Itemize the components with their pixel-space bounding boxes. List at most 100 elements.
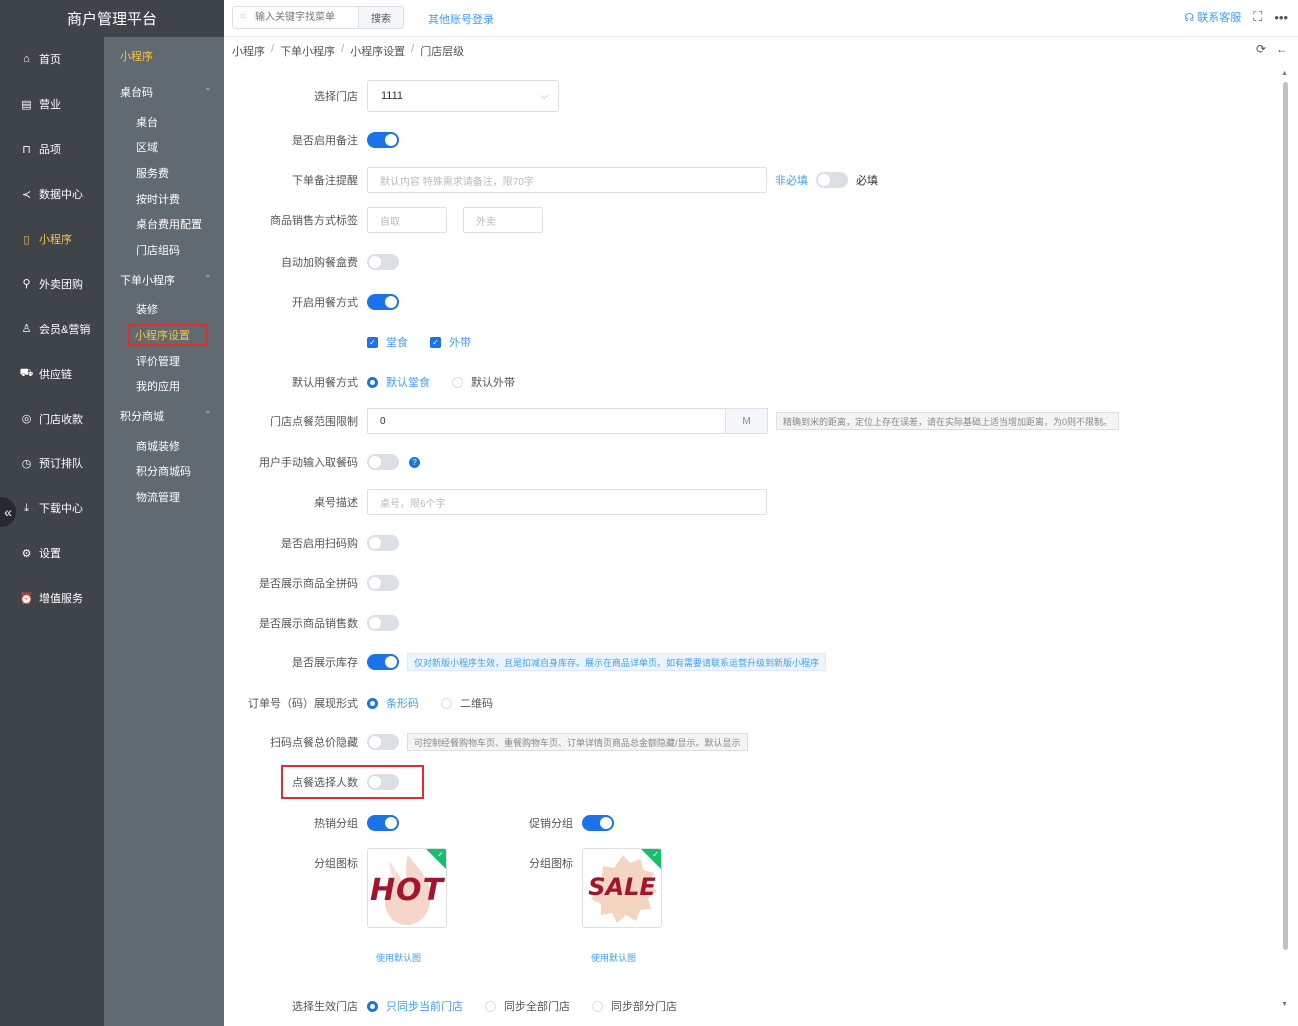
default-dine-in-radio[interactable]: 默认堂食 bbox=[367, 374, 430, 390]
nav-item[interactable]: ▤ 营业 bbox=[0, 82, 104, 127]
form-row-sales-tag: 商品销售方式标签 自取 外卖 bbox=[224, 207, 543, 233]
nav-item[interactable]: ⚲ 外卖团购 bbox=[0, 261, 104, 306]
delivery-tag-input[interactable]: 外卖 bbox=[463, 207, 543, 233]
menu-search: ○ 搜索 bbox=[232, 6, 404, 29]
fullscreen-icon[interactable]: ⛶ bbox=[1253, 9, 1262, 25]
sale-use-default-link[interactable]: 使用默认图 bbox=[591, 951, 636, 964]
form-row-choose-people: 点餐选择人数 bbox=[224, 774, 399, 790]
back-arrow-icon[interactable]: ← bbox=[1276, 42, 1288, 56]
nav-item[interactable]: ⚙ 设置 bbox=[0, 531, 104, 576]
submenu-item[interactable]: 我的应用 bbox=[104, 373, 224, 399]
nav-item[interactable]: ⊓ 品项 bbox=[0, 127, 104, 172]
nav-item[interactable]: ◎ 门店收款 bbox=[0, 396, 104, 441]
refresh-icon[interactable]: ⟳ bbox=[1256, 42, 1266, 56]
pickup-tag-input[interactable]: 自取 bbox=[367, 207, 447, 233]
menu-group-label: 桌台码 bbox=[120, 87, 153, 99]
nav-item-label: 品项 bbox=[39, 144, 61, 157]
primary-nav: ⌂ 首页 ▤ 营业 ⊓ 品项 ≺ 数据中心 ▯ 小程序 ⚲ 外卖团购 ♙ 会员&营销 ⛟ 供应链 ◎ 门店收款 ◷ 预… bbox=[0, 37, 104, 621]
remark-enable-switch[interactable] bbox=[367, 132, 399, 148]
sync-all-label: 同步全部门店 bbox=[504, 1001, 570, 1013]
breadcrumb-item[interactable]: 小程序设置 bbox=[350, 43, 405, 59]
hide-total-switch[interactable] bbox=[367, 734, 399, 750]
menu-search-input[interactable] bbox=[232, 6, 358, 29]
dine-in-checkbox[interactable]: ✓ 堂食 bbox=[367, 334, 408, 350]
nav-item[interactable]: ▯ 小程序 bbox=[0, 217, 104, 262]
remark-required-switch[interactable] bbox=[816, 172, 848, 188]
submenu-item[interactable]: 按时计费 bbox=[104, 186, 224, 212]
manual-code-switch[interactable] bbox=[367, 454, 399, 470]
other-account-login-link[interactable]: 其他账号登录 bbox=[428, 11, 494, 27]
submenu-item[interactable]: 积分商城码 bbox=[104, 459, 224, 485]
takeout-checkbox[interactable]: ✓ 外带 bbox=[430, 334, 471, 350]
hot-group-image[interactable]: HOT ✓ bbox=[367, 848, 447, 928]
menu-group[interactable]: 下单小程序 ⌃ bbox=[104, 263, 224, 297]
form-row-sale-icon: 分组图标 SALE ✓ bbox=[439, 848, 662, 928]
barcode-radio[interactable]: 条形码 bbox=[367, 695, 419, 711]
submenu-item-label: 区域 bbox=[136, 142, 158, 155]
dining-mode-switch[interactable] bbox=[367, 294, 399, 310]
auto-box-switch[interactable] bbox=[367, 254, 399, 270]
promo-group-switch[interactable] bbox=[582, 815, 614, 831]
nav-item-label: 会员&营销 bbox=[39, 323, 91, 336]
nav-item[interactable]: ⛟ 供应链 bbox=[0, 351, 104, 396]
form-row-auto-box: 自动加购餐盒费 bbox=[224, 254, 399, 270]
submenu-item[interactable]: 门店组码 bbox=[104, 237, 224, 263]
scrollbar-thumb[interactable] bbox=[1283, 82, 1288, 950]
nav-item[interactable]: ⌂ 首页 bbox=[0, 37, 104, 82]
choose-people-switch[interactable] bbox=[367, 774, 399, 790]
nav-item[interactable]: ◷ 预订排队 bbox=[0, 441, 104, 486]
nav-item[interactable]: ♙ 会员&营销 bbox=[0, 306, 104, 351]
table-desc-label: 桌号描述 bbox=[314, 497, 358, 509]
hot-group-switch[interactable] bbox=[367, 815, 399, 831]
sync-all-radio[interactable]: 同步全部门店 bbox=[485, 998, 570, 1014]
submenu-item[interactable]: 区域 bbox=[104, 135, 224, 161]
show-pinyin-label: 是否展示商品全拼码 bbox=[259, 578, 358, 590]
dining-mode-label: 开启用餐方式 bbox=[292, 297, 358, 309]
secondary-nav: 桌台码 ⌃ 桌台区域服务费 按时计费 桌台费用配置 门店组码 下单小程序 ⌃ 装修 小程序设置 评价… bbox=[104, 75, 224, 510]
submenu-item[interactable]: 小程序设置 bbox=[104, 322, 224, 348]
nav-item[interactable]: ≺ 数据中心 bbox=[0, 172, 104, 217]
help-icon[interactable]: ? bbox=[409, 456, 420, 468]
hot-use-default-link[interactable]: 使用默认图 bbox=[376, 951, 421, 964]
submenu-item[interactable]: 服务费 bbox=[104, 160, 224, 186]
default-takeout-label: 默认外带 bbox=[471, 377, 515, 389]
breadcrumb-item[interactable]: 下单小程序 bbox=[280, 43, 335, 59]
sale-group-image[interactable]: SALE ✓ bbox=[582, 848, 662, 928]
submenu-item[interactable]: 物流管理 bbox=[104, 484, 224, 510]
home-icon: ⌂ bbox=[23, 53, 30, 66]
menu-group-label: 积分商城 bbox=[120, 410, 164, 423]
search-button[interactable]: 搜索 bbox=[358, 6, 404, 29]
contact-support-link[interactable]: ☊ 联系客服 bbox=[1184, 9, 1241, 25]
menu-group[interactable]: 桌台码 ⌃ bbox=[104, 75, 224, 109]
remark-tip-input[interactable]: 默认内容 特殊需求请备注，限70字 bbox=[367, 167, 767, 193]
menu-group[interactable]: 积分商城 ⌃ bbox=[104, 399, 224, 433]
qrcode-radio[interactable]: 二维码 bbox=[441, 695, 493, 711]
show-sales-switch[interactable] bbox=[367, 615, 399, 631]
show-pinyin-switch[interactable] bbox=[367, 575, 399, 591]
breadcrumb-item[interactable]: 小程序 bbox=[232, 43, 265, 59]
effective-store-label: 选择生效门店 bbox=[292, 1001, 358, 1013]
nav-item[interactable]: ⏰ 增值服务 bbox=[0, 576, 104, 621]
user-icon: ♙ bbox=[21, 323, 32, 336]
more-icon[interactable]: ••• bbox=[1274, 10, 1288, 25]
submenu-item[interactable]: 桌台费用配置 bbox=[104, 211, 224, 237]
range-input[interactable]: 0 bbox=[367, 408, 726, 434]
breadcrumb: 小程序 / 下单小程序 / 小程序设置 / 门店层级 bbox=[232, 43, 465, 59]
submenu-item[interactable]: 商城装修 bbox=[104, 433, 224, 459]
hot-image-text: HOT bbox=[369, 873, 445, 908]
show-stock-switch[interactable] bbox=[367, 654, 399, 670]
default-takeout-radio[interactable]: 默认外带 bbox=[452, 374, 515, 390]
submenu-item[interactable]: 装修 bbox=[104, 297, 224, 323]
form-row-default-mode: 默认用餐方式 默认堂食 默认外带 bbox=[224, 374, 537, 390]
form-row-store: 选择门店 1111 ⌵ bbox=[224, 80, 559, 112]
scroll-up-arrow[interactable]: ▲ bbox=[1281, 70, 1288, 77]
sync-current-radio[interactable]: 只同步当前门店 bbox=[367, 998, 463, 1014]
store-select[interactable]: 1111 ⌵ bbox=[367, 80, 559, 112]
scan-buy-switch[interactable] bbox=[367, 535, 399, 551]
download-icon: ⤓ bbox=[24, 501, 29, 514]
submenu-item[interactable]: 桌台 bbox=[104, 109, 224, 135]
table-desc-input[interactable]: 桌号，限6个字 bbox=[367, 489, 767, 515]
scroll-down-arrow[interactable]: ▼ bbox=[1281, 1001, 1288, 1008]
sync-part-radio[interactable]: 同步部分门店 bbox=[592, 998, 677, 1014]
submenu-item[interactable]: 评价管理 bbox=[104, 348, 224, 374]
